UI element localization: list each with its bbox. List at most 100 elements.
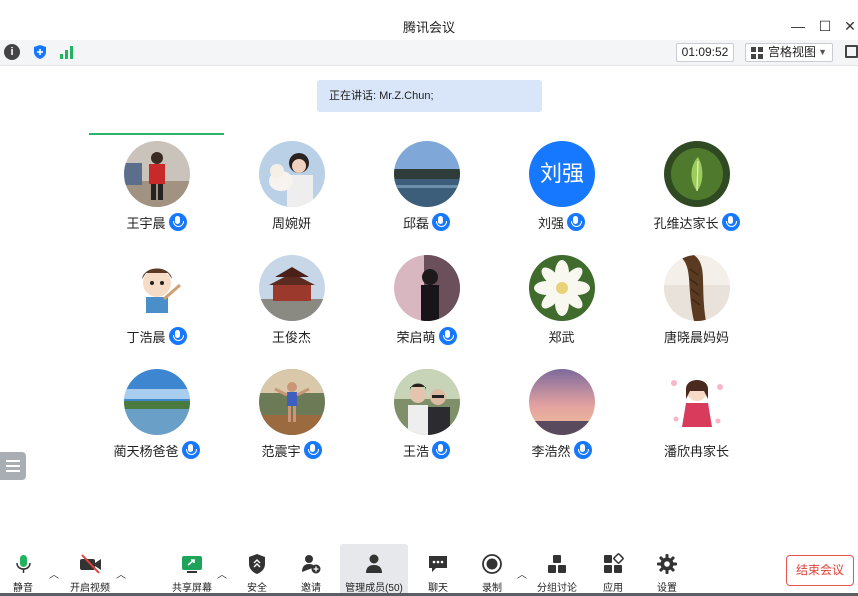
video-off-icon (79, 553, 101, 575)
record-options-chevron-icon[interactable]: ︿ (517, 566, 527, 581)
settings-label: 设置 (657, 583, 677, 594)
participant-tile[interactable]: 唐晓晨妈妈 (629, 251, 764, 365)
speaking-banner: 正在讲话: Mr.Z.Chun; (317, 80, 542, 112)
avatar (394, 369, 460, 435)
maximize-icon[interactable]: ☐ (815, 16, 835, 36)
window-title: 腾讯会议 (402, 20, 455, 35)
mic-on-icon (438, 327, 457, 345)
avatar (124, 369, 190, 435)
participant-name-row: 李浩然 (494, 441, 629, 460)
participant-name: 郑武 (548, 330, 575, 345)
participant-tile[interactable]: 丁浩晨 (89, 251, 224, 365)
apps-button[interactable]: 应用 (598, 544, 628, 596)
microphone-icon (12, 553, 34, 575)
avatar (664, 255, 730, 321)
mic-on-icon (432, 213, 450, 231)
record-button[interactable]: 录制 (476, 544, 508, 596)
avatar (394, 255, 460, 321)
mic-on-icon (721, 213, 740, 231)
participant-name-row: 王俊杰 (224, 327, 359, 346)
manage-members-label: 管理成员(50) (345, 583, 403, 594)
mic-on-icon (168, 327, 187, 345)
participant-name-row: 王宇晨 (89, 213, 224, 232)
manage-members-button[interactable]: 管理成员(50) (340, 544, 408, 596)
participant-tile[interactable]: 孔维达家长 (629, 137, 764, 251)
record-label: 录制 (482, 583, 502, 594)
participant-name: 邱磊 (402, 216, 429, 231)
participant-tile[interactable]: 郑武 (494, 251, 629, 365)
participant-name: 蔺天杨爸爸 (113, 444, 179, 459)
avatar (664, 141, 730, 207)
grid-view-icon (751, 47, 763, 59)
participant-name: 范震宇 (261, 444, 301, 459)
participant-name-row: 郑武 (494, 327, 629, 346)
active-speaker-indicator (89, 133, 224, 135)
avatar (259, 369, 325, 435)
participant-tile[interactable]: 王俊杰 (224, 251, 359, 365)
avatar (529, 369, 595, 435)
mute-label: 静音 (13, 583, 33, 594)
bottom-control-bar: 静音 ︿ 开启视频 ︿ 共享屏幕 ︿ 安全 邀请 管理成员(50) 聊天 录制 … (0, 544, 858, 596)
avatar (124, 255, 190, 321)
avatar (529, 255, 595, 321)
participant-tile[interactable]: 潘欣冉家长 (629, 365, 764, 479)
participant-name-row: 荣启萌 (359, 327, 494, 346)
participant-name: 丁浩晨 (126, 330, 166, 345)
chevron-down-icon: ▼ (818, 47, 827, 57)
participant-tile[interactable]: 荣启萌 (359, 251, 494, 365)
participant-tile[interactable]: 李浩然 (494, 365, 629, 479)
participant-name-row: 孔维达家长 (629, 213, 764, 232)
breakout-rooms-icon (546, 553, 568, 575)
security-label: 安全 (247, 583, 267, 594)
members-icon (363, 553, 385, 575)
participant-name: 孔维达家长 (653, 216, 719, 231)
breakout-button[interactable]: 分组讨论 (534, 544, 580, 596)
participant-name-row: 范震宇 (224, 441, 359, 460)
participant-name: 荣启萌 (396, 330, 436, 345)
end-meeting-button[interactable]: 结束会议 (786, 555, 854, 586)
chat-label: 聊天 (428, 583, 448, 594)
minimize-icon[interactable]: — (788, 16, 808, 36)
signal-icon[interactable] (60, 45, 76, 59)
security-button[interactable]: 安全 (240, 544, 274, 596)
participant-tile[interactable]: 蔺天杨爸爸 (89, 365, 224, 479)
close-icon[interactable]: ✕ (840, 16, 858, 36)
security-shield-icon (246, 553, 268, 575)
chat-button[interactable]: 聊天 (422, 544, 454, 596)
participant-name: 潘欣冉家长 (663, 444, 729, 459)
mute-button[interactable]: 静音 (4, 544, 42, 596)
info-icon[interactable]: i (4, 44, 20, 60)
participant-name-row: 唐晓晨妈妈 (629, 327, 764, 346)
video-options-chevron-icon[interactable]: ︿ (116, 566, 126, 581)
avatar: 刘强 (529, 141, 595, 207)
share-screen-button[interactable]: 共享屏幕 (168, 544, 216, 596)
participant-name-row: 王浩 (359, 441, 494, 460)
view-selector[interactable]: 宫格视图 ▼ (745, 43, 833, 62)
invite-button[interactable]: 邀请 (294, 544, 328, 596)
mic-on-icon (303, 441, 322, 459)
share-screen-label: 共享屏幕 (172, 583, 212, 594)
shield-icon[interactable] (32, 44, 48, 60)
settings-button[interactable]: 设置 (652, 544, 682, 596)
participant-tile[interactable]: 王宇晨 (89, 137, 224, 251)
participant-name: 王宇晨 (126, 216, 166, 231)
participant-name: 唐晓晨妈妈 (663, 330, 729, 345)
mic-on-icon (168, 213, 187, 231)
video-label: 开启视频 (70, 583, 110, 594)
participant-name: 刘强 (537, 216, 564, 231)
share-options-chevron-icon[interactable]: ︿ (217, 566, 227, 581)
mic-on-icon (181, 441, 200, 459)
fullscreen-icon[interactable] (845, 45, 858, 58)
participant-name: 王浩 (402, 444, 429, 459)
mute-options-chevron-icon[interactable]: ︿ (49, 566, 59, 581)
participant-tile[interactable]: 刘强 刘强 (494, 137, 629, 251)
video-button[interactable]: 开启视频 (66, 544, 114, 596)
participant-tile[interactable]: 周婉妍 (224, 137, 359, 251)
participant-name-row: 邱磊 (359, 213, 494, 232)
participant-tile[interactable]: 王浩 (359, 365, 494, 479)
title-bar: 腾讯会议 — ☐ ✕ (0, 0, 858, 40)
participant-list-toggle[interactable] (0, 452, 26, 480)
participant-name: 李浩然 (531, 444, 571, 459)
participant-tile[interactable]: 邱磊 (359, 137, 494, 251)
participant-tile[interactable]: 范震宇 (224, 365, 359, 479)
